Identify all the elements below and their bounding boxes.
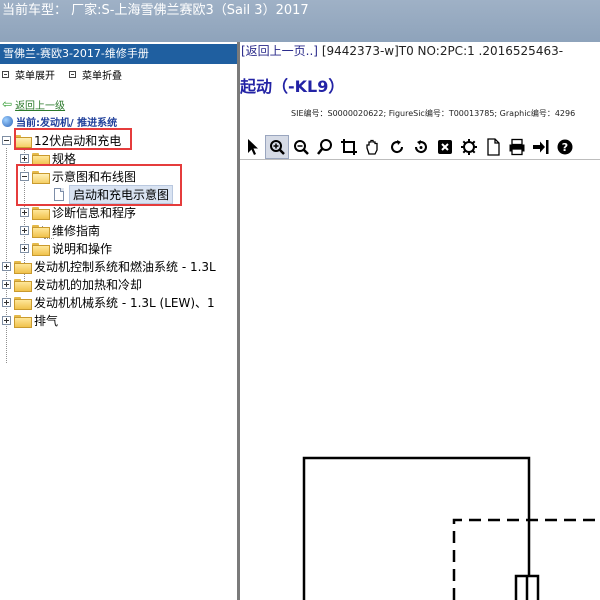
settings-icon (461, 138, 477, 155)
svg-text:?: ? (562, 141, 568, 154)
rotate-left-icon (414, 139, 427, 153)
folder-icon (14, 261, 32, 274)
crop-button[interactable] (337, 135, 361, 159)
folder-icon (14, 315, 32, 328)
diagram-outer-frame (302, 456, 531, 600)
manual-header: 雪佛兰-赛欧3-2017-维修手册 (0, 44, 237, 64)
document-id: [9442373-w]T0 NO:2PC:1 .2016525463- (321, 44, 564, 58)
folder-icon (14, 279, 32, 292)
tree-item[interactable]: 发动机机械系统 - 1.3L (LEW)、1 (2, 294, 215, 311)
folder-icon (14, 297, 32, 310)
collapse-icon (69, 70, 76, 78)
settings-button[interactable] (457, 135, 481, 159)
pointer-tool-button[interactable] (241, 135, 265, 159)
tree-item-label: 排气 (34, 314, 59, 328)
help-button[interactable]: ? (553, 135, 577, 159)
back-arrow-icon: ⇦ (2, 97, 13, 111)
globe-icon (2, 115, 13, 127)
tree-item[interactable]: 发动机控制系统和燃油系统 - 1.3L (2, 258, 216, 275)
current-path: 当前:发动机/ 推进系统 (16, 117, 118, 129)
rotate-right-button[interactable] (385, 135, 409, 159)
expand-toggle-icon[interactable] (20, 244, 29, 253)
rotate-left-button[interactable] (409, 135, 433, 159)
expand-toggle-icon[interactable] (2, 298, 11, 307)
expand-menu-label: 菜单展开 (15, 70, 55, 82)
expand-toggle-icon[interactable] (20, 154, 29, 163)
fit-page-button[interactable] (433, 135, 457, 159)
tree-item[interactable]: 发动机的加热和冷却 (2, 276, 142, 293)
export-icon (533, 139, 549, 154)
current-path-row: 当前:发动机/ 推进系统 (2, 114, 118, 129)
tree-item[interactable]: 维修指南 (20, 222, 100, 239)
tree-item[interactable]: 说明和操作 (20, 240, 112, 257)
navigation-panel: 雪佛兰-赛欧3-2017-维修手册 菜单展开 菜单折叠 ⇦ 返回上一级 当前:发… (0, 42, 237, 600)
highlight-box (14, 128, 132, 150)
expand-toggle-icon[interactable] (2, 316, 11, 325)
back-to-parent-row: ⇦ 返回上一级 (2, 97, 65, 112)
expand-icon (2, 70, 9, 78)
folder-icon (32, 207, 50, 220)
document-icon (487, 137, 500, 156)
wiring-diagram[interactable] (240, 160, 600, 600)
zoom-box-icon (270, 139, 285, 155)
menu-controls: 菜单展开 菜单折叠 (0, 64, 237, 84)
zoom-in-icon (317, 138, 332, 155)
window-title: 当前车型： 厂家:S-上海雪佛兰赛欧3（Sail 3）2017 (2, 3, 309, 18)
zoom-in-button[interactable] (313, 135, 337, 159)
tree-item-label: 发动机控制系统和燃油系统 - 1.3L (34, 260, 216, 274)
document-button[interactable] (481, 135, 505, 159)
zoom-box-tool-button[interactable] (265, 134, 289, 159)
expand-menu-button[interactable]: 菜单展开 (2, 67, 55, 82)
tree-item-label: 发动机的加热和冷却 (34, 278, 143, 292)
pan-hand-icon (366, 139, 378, 155)
print-icon (509, 138, 525, 155)
tree-item-label: 发动机机械系统 - 1.3L (LEW)、1 (34, 296, 215, 310)
document-title: 起动（-KL9） (240, 77, 345, 96)
collapse-menu-button[interactable]: 菜单折叠 (69, 67, 122, 82)
document-info-line: [返回上一页..] [9442373-w]T0 NO:2PC:1 .201652… (241, 42, 563, 59)
expand-toggle-icon[interactable] (20, 208, 29, 217)
tree-item[interactable]: 排气 (2, 312, 58, 329)
folder-icon (32, 225, 50, 238)
viewer-toolbar: ? (240, 134, 600, 160)
document-meta: SIE编号：S0000020622; FigureSic编号：T00013785… (291, 109, 576, 118)
pan-button[interactable] (361, 135, 385, 159)
zoom-out-button[interactable] (289, 135, 313, 159)
document-panel: [返回上一页..] [9442373-w]T0 NO:2PC:1 .201652… (240, 42, 600, 600)
tree-item-label: 维修指南 (52, 224, 101, 238)
back-to-parent-link[interactable]: 返回上一级 (15, 97, 65, 112)
tree-item[interactable]: 诊断信息和程序 (20, 204, 136, 221)
folder-icon (32, 153, 50, 166)
expand-toggle-icon[interactable] (2, 262, 11, 271)
print-button[interactable] (505, 135, 529, 159)
expand-toggle-icon[interactable] (2, 280, 11, 289)
collapse-menu-label: 菜单折叠 (82, 70, 122, 82)
folder-icon (32, 243, 50, 256)
expand-toggle-icon[interactable] (20, 226, 29, 235)
back-to-previous-page-link[interactable]: [返回上一页..] (241, 44, 318, 58)
fit-icon (438, 139, 452, 154)
pointer-icon (248, 138, 258, 155)
collapse-toggle-icon[interactable] (2, 136, 11, 145)
zoom-out-icon (294, 139, 309, 155)
tree-item-label: 说明和操作 (52, 242, 113, 256)
crop-icon (341, 138, 357, 155)
rotate-right-icon (391, 139, 404, 153)
diagram-connector (514, 574, 540, 600)
tree-connector (6, 148, 7, 363)
tree-item-label: 诊断信息和程序 (52, 206, 137, 220)
export-button[interactable] (529, 135, 553, 159)
help-icon: ? (557, 139, 573, 154)
highlight-box (16, 164, 182, 206)
window-title-bar: 当前车型： 厂家:S-上海雪佛兰赛欧3（Sail 3）2017 (0, 0, 600, 42)
